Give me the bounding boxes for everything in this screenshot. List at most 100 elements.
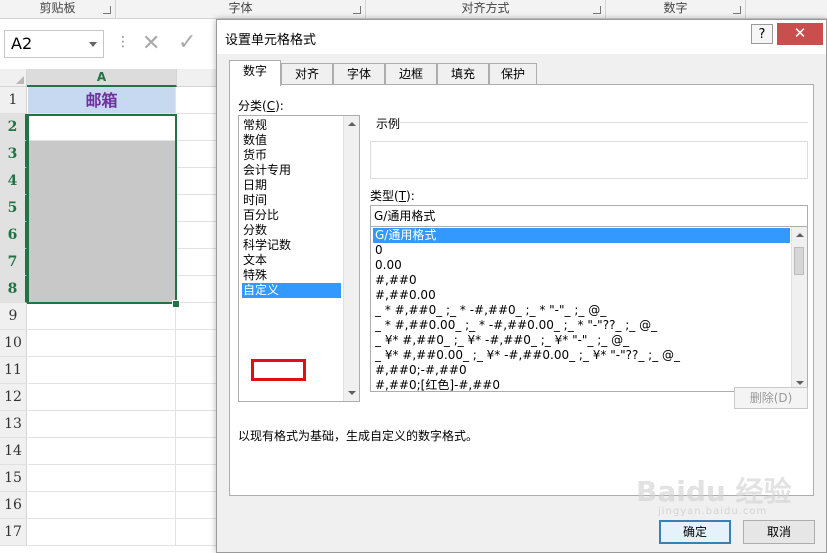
name-box[interactable]: A2 [4, 30, 104, 58]
ok-button[interactable]: 确定 [659, 520, 731, 544]
column-header-a[interactable]: A [27, 69, 177, 87]
type-list[interactable]: G/通用格式 0 0.00 #,##0 #,##0.00 _ * #,##0_ ;_ * … [370, 227, 808, 392]
row-header[interactable]: 8 [0, 276, 27, 303]
cell[interactable] [176, 87, 220, 114]
delete-button[interactable]: 删除(D) [734, 387, 808, 409]
row-header[interactable]: 2 [0, 114, 27, 141]
cell[interactable] [28, 249, 176, 276]
row-header[interactable]: 3 [0, 141, 27, 168]
row-header[interactable]: 10 [0, 330, 27, 357]
cell[interactable] [176, 114, 220, 141]
scroll-up-icon[interactable] [796, 233, 804, 237]
tab-protection[interactable]: 保护 [489, 63, 537, 85]
cell[interactable] [28, 330, 176, 357]
category-item[interactable]: 时间 [242, 193, 341, 208]
cell[interactable] [176, 519, 220, 546]
tab-font[interactable]: 字体 [333, 63, 385, 85]
cell[interactable] [176, 411, 220, 438]
cell[interactable] [28, 195, 176, 222]
cell[interactable] [28, 384, 176, 411]
cell[interactable] [28, 357, 176, 384]
category-item[interactable]: 分数 [242, 223, 341, 238]
cell-a1[interactable]: 邮箱 [28, 87, 176, 114]
type-item[interactable]: _ * #,##0_ ;_ * -#,##0_ ;_ * "-"_ ;_ @_ [373, 303, 790, 318]
close-button[interactable]: ✕ [777, 23, 823, 45]
dialog-launcher-icon[interactable] [733, 6, 741, 14]
row-header[interactable]: 5 [0, 195, 27, 222]
row-header[interactable]: 13 [0, 411, 27, 438]
row-header[interactable]: 1 [0, 87, 27, 114]
row-header[interactable]: 17 [0, 519, 27, 546]
cell[interactable] [28, 168, 176, 195]
category-item[interactable]: 科学记数 [242, 238, 341, 253]
cell[interactable] [176, 357, 220, 384]
type-item[interactable]: 0 [373, 243, 790, 258]
category-item[interactable]: 特殊 [242, 268, 341, 283]
row-header[interactable]: 4 [0, 168, 27, 195]
cancel-button[interactable]: 取消 [743, 520, 815, 544]
tab-alignment[interactable]: 对齐 [281, 63, 333, 85]
row-header[interactable]: 14 [0, 438, 27, 465]
cell[interactable] [28, 303, 176, 330]
row-header[interactable]: 11 [0, 357, 27, 384]
row-header[interactable]: 7 [0, 249, 27, 276]
tab-fill[interactable]: 填充 [437, 63, 489, 85]
cell[interactable] [28, 141, 176, 168]
row-header[interactable]: 6 [0, 222, 27, 249]
tab-number[interactable]: 数字 [229, 60, 281, 86]
category-item[interactable]: 数值 [242, 133, 341, 148]
chevron-down-icon[interactable] [89, 42, 97, 47]
type-item[interactable]: 0.00 [373, 258, 790, 273]
type-item[interactable]: #,##0 [373, 273, 790, 288]
cell[interactable] [28, 114, 176, 141]
cell[interactable] [176, 249, 220, 276]
scroll-up-icon[interactable] [348, 122, 356, 126]
category-item[interactable]: 常规 [242, 118, 341, 133]
cell[interactable] [176, 168, 220, 195]
cell[interactable] [28, 492, 176, 519]
type-scrollbar[interactable] [791, 227, 807, 391]
cell[interactable] [176, 222, 220, 249]
cell[interactable] [176, 465, 220, 492]
cancel-entry-icon[interactable]: ✕ [142, 31, 160, 56]
row-header[interactable]: 12 [0, 384, 27, 411]
cell[interactable] [176, 276, 220, 303]
type-item[interactable]: _ ¥* #,##0.00_ ;_ ¥* -#,##0.00_ ;_ ¥* "-… [373, 348, 790, 363]
dialog-launcher-icon[interactable] [353, 6, 361, 14]
scroll-down-icon[interactable] [796, 381, 804, 385]
scroll-down-icon[interactable] [348, 391, 356, 395]
cell[interactable] [28, 438, 176, 465]
category-item[interactable]: 文本 [242, 253, 341, 268]
help-button[interactable]: ? [751, 24, 773, 44]
cell[interactable] [28, 519, 176, 546]
type-item[interactable]: _ * #,##0.00_ ;_ * -#,##0.00_ ;_ * "-"??… [373, 318, 790, 333]
tab-border[interactable]: 边框 [385, 63, 437, 85]
cell[interactable] [176, 141, 220, 168]
cell[interactable] [176, 438, 220, 465]
enter-entry-icon[interactable]: ✓ [178, 30, 196, 55]
row-header[interactable]: 16 [0, 492, 27, 519]
cell[interactable] [28, 276, 176, 303]
type-item[interactable]: _ ¥* #,##0_ ;_ ¥* -#,##0_ ;_ ¥* "-"_ ;_ … [373, 333, 790, 348]
select-all-button[interactable] [0, 69, 27, 87]
dialog-launcher-icon[interactable] [593, 6, 601, 14]
more-options-icon[interactable]: ⋮ [116, 34, 130, 50]
cell[interactable] [28, 465, 176, 492]
column-header-b[interactable] [177, 69, 220, 87]
category-item[interactable]: 自定义 [242, 283, 341, 298]
cell[interactable] [176, 492, 220, 519]
type-item[interactable]: #,##0;-#,##0 [373, 363, 790, 378]
scroll-thumb[interactable] [794, 247, 804, 275]
fill-handle[interactable] [172, 300, 180, 308]
cell[interactable] [176, 195, 220, 222]
dialog-launcher-icon[interactable] [103, 6, 111, 14]
category-item[interactable]: 日期 [242, 178, 341, 193]
cell[interactable] [176, 303, 220, 330]
cell[interactable] [28, 222, 176, 249]
cell[interactable] [176, 384, 220, 411]
cell[interactable] [28, 411, 176, 438]
cell[interactable] [176, 330, 220, 357]
type-input[interactable]: G/通用格式 [370, 205, 808, 227]
row-header[interactable]: 15 [0, 465, 27, 492]
type-item[interactable]: #,##0.00 [373, 288, 790, 303]
